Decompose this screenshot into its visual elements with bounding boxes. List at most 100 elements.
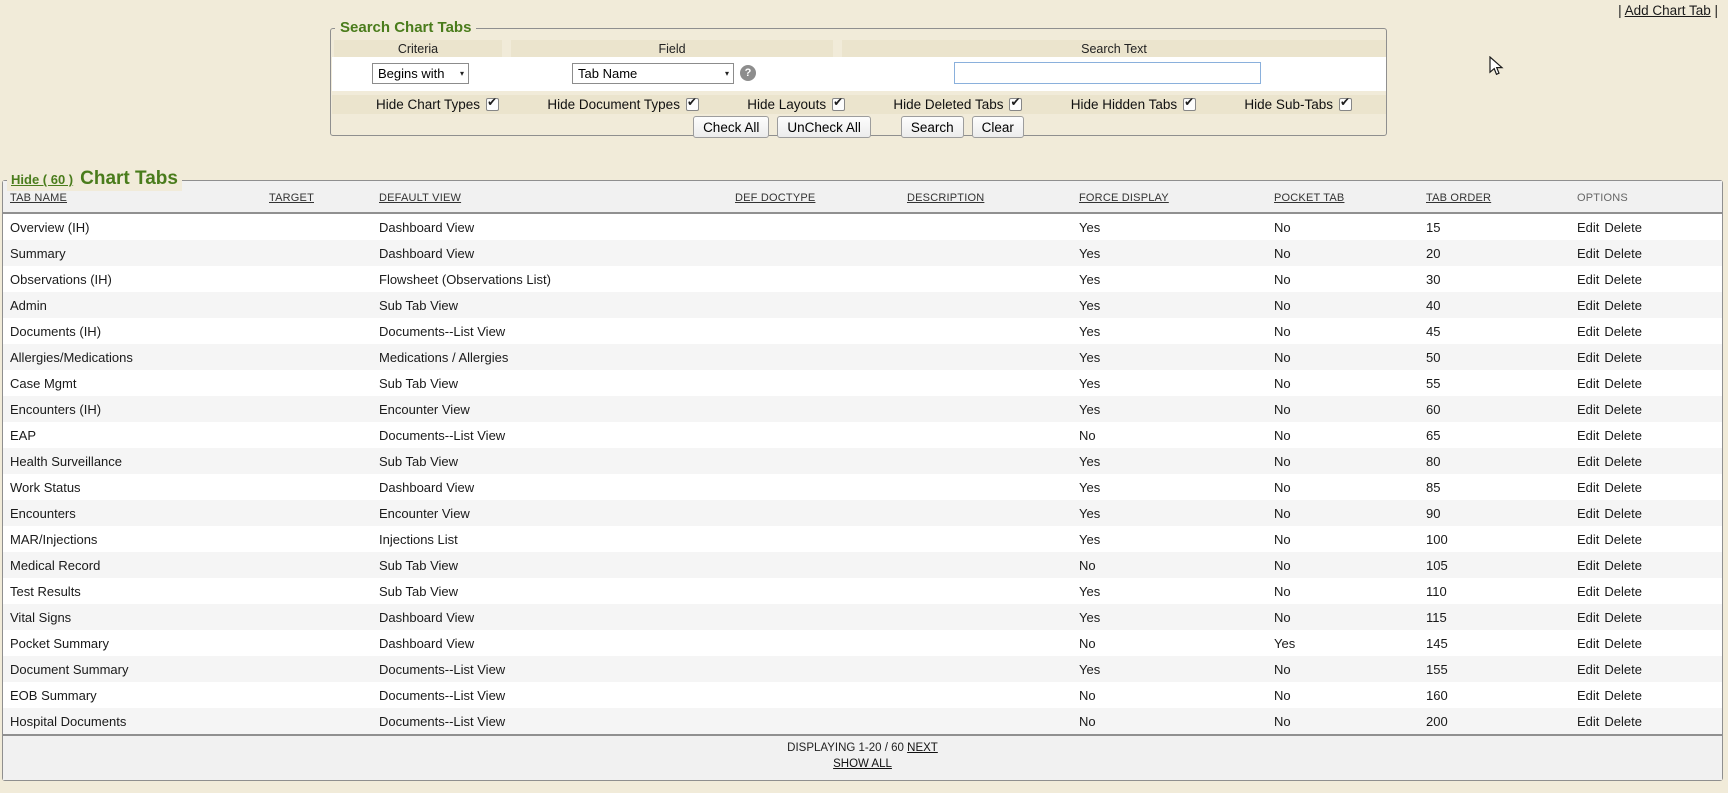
hide-layouts-checkbox[interactable]: ✔ <box>832 98 845 111</box>
delete-link[interactable]: Delete <box>1604 610 1642 625</box>
column-header-def-doctype[interactable]: DEF DOCTYPE <box>735 192 815 204</box>
delete-link[interactable]: Delete <box>1604 532 1642 547</box>
uncheck-all-button[interactable]: UnCheck All <box>777 116 871 138</box>
column-header-target[interactable]: TARGET <box>269 192 314 204</box>
delete-link[interactable]: Delete <box>1604 558 1642 573</box>
delete-link[interactable]: Delete <box>1604 272 1642 287</box>
edit-link[interactable]: Edit <box>1577 714 1599 729</box>
cell-pocket-tab: No <box>1267 662 1419 677</box>
hide-hidden-tabs-checkbox[interactable]: ✔ <box>1183 98 1196 111</box>
cell-force-display: Yes <box>1072 584 1267 599</box>
edit-link[interactable]: Edit <box>1577 428 1599 443</box>
edit-link[interactable]: Edit <box>1577 610 1599 625</box>
cell-tab-name: EOB Summary <box>3 688 262 703</box>
show-all-link[interactable]: SHOW ALL <box>833 758 892 770</box>
edit-link[interactable]: Edit <box>1577 376 1599 391</box>
delete-link[interactable]: Delete <box>1604 402 1642 417</box>
delete-link[interactable]: Delete <box>1604 688 1642 703</box>
cell-value: 145 <box>1426 636 1448 651</box>
edit-link[interactable]: Edit <box>1577 532 1599 547</box>
edit-link[interactable]: Edit <box>1577 220 1599 235</box>
cell-tab-name: Vital Signs <box>3 610 262 625</box>
cell-pocket-tab: No <box>1267 480 1419 495</box>
cell-tab-order: 40 <box>1419 298 1570 313</box>
delete-link[interactable]: Delete <box>1604 350 1642 365</box>
edit-link[interactable]: Edit <box>1577 246 1599 261</box>
edit-link[interactable]: Edit <box>1577 558 1599 573</box>
edit-link[interactable]: Edit <box>1577 272 1599 287</box>
table-row: EncountersEncounter ViewYesNo90EditDelet… <box>3 500 1722 526</box>
delete-link[interactable]: Delete <box>1604 454 1642 469</box>
delete-link[interactable]: Delete <box>1604 220 1642 235</box>
edit-link[interactable]: Edit <box>1577 298 1599 313</box>
delete-link[interactable]: Delete <box>1604 480 1642 495</box>
edit-link[interactable]: Edit <box>1577 584 1599 599</box>
chart-tabs-legend: Hide ( 60 ) Chart Tabs <box>7 168 182 191</box>
cell-force-display: Yes <box>1072 610 1267 625</box>
delete-link[interactable]: Delete <box>1604 246 1642 261</box>
cell-value: Medical Record <box>10 558 100 573</box>
table-row: Pocket SummaryDashboard ViewNoYes145Edit… <box>3 630 1722 656</box>
cell-options: Edit Delete <box>1570 376 1722 391</box>
column-header-tab-order[interactable]: TAB ORDER <box>1426 192 1491 204</box>
search-text-input[interactable] <box>954 62 1261 84</box>
delete-link[interactable]: Delete <box>1604 376 1642 391</box>
check-all-button[interactable]: Check All <box>693 116 769 138</box>
edit-link[interactable]: Edit <box>1577 402 1599 417</box>
next-link[interactable]: NEXT <box>907 742 938 754</box>
hide-document-types-checkbox[interactable]: ✔ <box>686 98 699 111</box>
edit-link[interactable]: Edit <box>1577 506 1599 521</box>
clear-button[interactable]: Clear <box>972 116 1024 138</box>
delete-link[interactable]: Delete <box>1604 298 1642 313</box>
cell-value: Documents--List View <box>379 714 505 729</box>
column-options: OPTIONS <box>1570 188 1722 206</box>
column-header-pocket-tab[interactable]: POCKET TAB <box>1274 192 1344 204</box>
delete-link[interactable]: Delete <box>1604 714 1642 729</box>
add-chart-tab-link[interactable]: Add Chart Tab <box>1625 3 1711 18</box>
cell-options: Edit Delete <box>1570 506 1722 521</box>
hide-deleted-tabs-checkbox[interactable]: ✔ <box>1009 98 1022 111</box>
edit-link[interactable]: Edit <box>1577 662 1599 677</box>
edit-link[interactable]: Edit <box>1577 636 1599 651</box>
cell-tab-order: 200 <box>1419 714 1570 729</box>
cell-value: Yes <box>1079 532 1100 547</box>
cell-value: EAP <box>10 428 36 443</box>
cell-tab-order: 115 <box>1419 610 1570 625</box>
edit-link[interactable]: Edit <box>1577 688 1599 703</box>
criteria-select[interactable]: Begins with ▾ <box>372 63 469 84</box>
column-header-description[interactable]: DESCRIPTION <box>907 192 984 204</box>
cell-options: Edit Delete <box>1570 246 1722 261</box>
cell-value: Allergies/Medications <box>10 350 133 365</box>
cell-value: Case Mgmt <box>10 376 76 391</box>
delete-link[interactable]: Delete <box>1604 324 1642 339</box>
cell-tab-order: 105 <box>1419 558 1570 573</box>
delete-link[interactable]: Delete <box>1604 428 1642 443</box>
delete-link[interactable]: Delete <box>1604 506 1642 521</box>
cell-value: Dashboard View <box>379 246 474 261</box>
delete-link[interactable]: Delete <box>1604 662 1642 677</box>
hide-chart-types-checkbox[interactable]: ✔ <box>486 98 499 111</box>
column-default-view: DEFAULT VIEW <box>372 188 728 206</box>
hide-count-link[interactable]: Hide ( 60 ) <box>11 169 73 191</box>
hide-sub-tabs-item: Hide Sub-Tabs✔ <box>1244 97 1352 112</box>
cell-force-display: Yes <box>1072 246 1267 261</box>
column-header-default-view[interactable]: DEFAULT VIEW <box>379 192 461 204</box>
edit-link[interactable]: Edit <box>1577 350 1599 365</box>
edit-link[interactable]: Edit <box>1577 454 1599 469</box>
help-icon[interactable]: ? <box>740 65 756 81</box>
column-header-tab-name[interactable]: TAB NAME <box>10 192 67 204</box>
cell-value: Pocket Summary <box>10 636 109 651</box>
delete-link[interactable]: Delete <box>1604 636 1642 651</box>
column-header-force-display[interactable]: FORCE DISPLAY <box>1079 192 1169 204</box>
hide-sub-tabs-checkbox[interactable]: ✔ <box>1339 98 1352 111</box>
cell-value: 45 <box>1426 324 1440 339</box>
search-button[interactable]: Search <box>901 116 964 138</box>
field-select[interactable]: Tab Name ▾ <box>572 63 734 84</box>
checkbox-label: Hide Layouts <box>747 97 826 112</box>
edit-link[interactable]: Edit <box>1577 324 1599 339</box>
cell-value: 20 <box>1426 246 1440 261</box>
cell-options: Edit Delete <box>1570 584 1722 599</box>
cell-value: Yes <box>1079 480 1100 495</box>
delete-link[interactable]: Delete <box>1604 584 1642 599</box>
edit-link[interactable]: Edit <box>1577 480 1599 495</box>
